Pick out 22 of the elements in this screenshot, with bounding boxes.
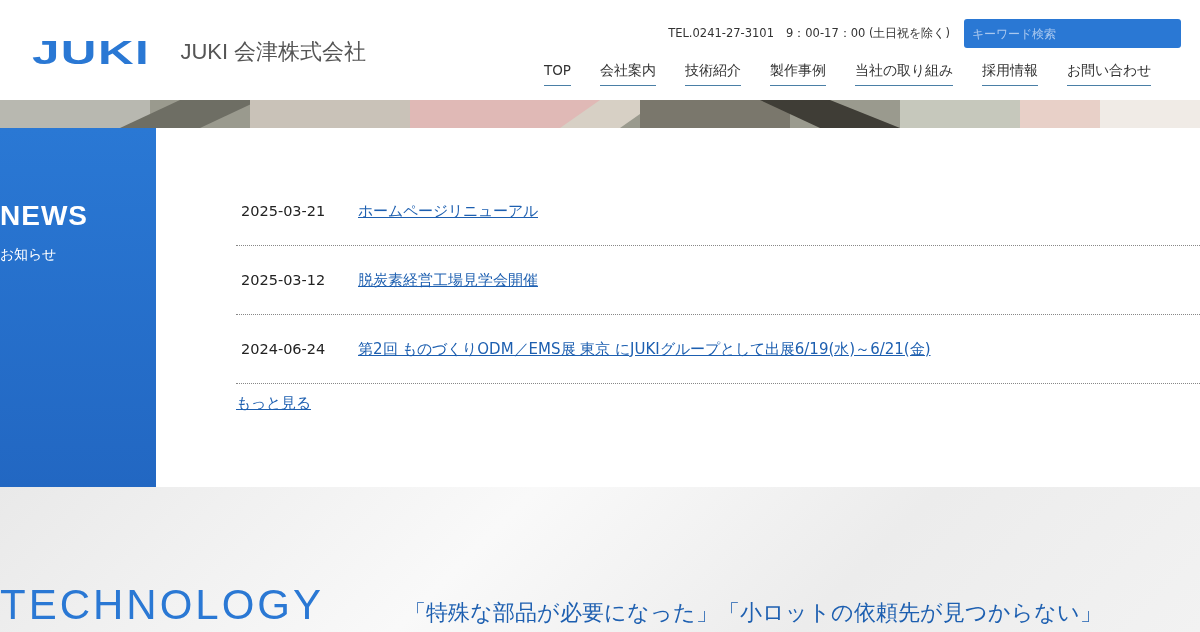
- nav-link[interactable]: 採用情報: [982, 62, 1038, 86]
- logo[interactable]: JUKI: [32, 35, 151, 69]
- news-link[interactable]: ホームページリニューアル: [358, 201, 538, 221]
- section-title: TECHNOLOGY: [0, 584, 325, 626]
- section-subtitle: お知らせ: [0, 246, 56, 264]
- nav-link[interactable]: 会社案内: [600, 62, 656, 86]
- nav-link[interactable]: 技術紹介: [685, 62, 741, 86]
- company-name: JUKI 会津株式会社: [180, 38, 367, 66]
- contact-info: TEL.0241-27-3101 9：00-17：00 (土日祝を除く): [668, 26, 950, 41]
- news-date: 2025-03-21: [240, 203, 327, 219]
- nav-link[interactable]: 製作事例: [770, 62, 826, 86]
- search-field[interactable]: キーワード検索: [964, 19, 1181, 48]
- news-link[interactable]: 第2回 ものづくりODM／EMS展 東京 にJUKIグループとして出展6/19(水)～6/21(金): [358, 339, 931, 359]
- news-link[interactable]: 脱炭素経営工場見学会開催: [358, 270, 538, 290]
- nav-link[interactable]: 当社の取り組み: [855, 62, 953, 86]
- nav-link[interactable]: お問い合わせ: [1067, 62, 1151, 86]
- news-date: 2024-06-24: [240, 341, 327, 357]
- news-date: 2025-03-12: [240, 272, 327, 288]
- lead-text: 「特殊な部品が必要になった」「小ロットの依頼先が見つからない」: [404, 599, 1103, 626]
- section-title: NEWS: [0, 200, 88, 232]
- more-link[interactable]: もっと見る: [236, 394, 311, 413]
- nav-link[interactable]: TOP: [544, 62, 571, 86]
